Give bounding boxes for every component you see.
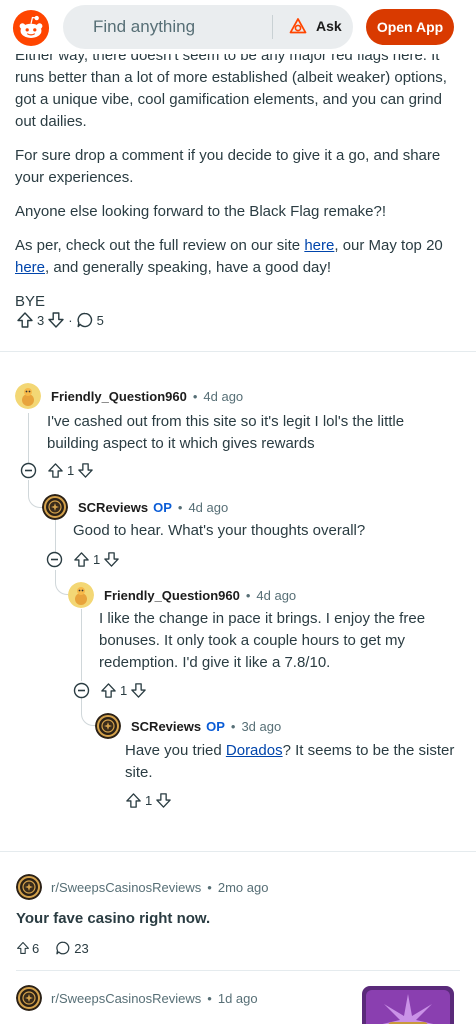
thread-line bbox=[81, 609, 82, 681]
avatar[interactable] bbox=[15, 383, 41, 409]
downvote-icon[interactable] bbox=[77, 462, 94, 479]
post-text: , our May top 20 bbox=[334, 237, 443, 254]
upvote-count: 6 bbox=[32, 940, 40, 956]
op-badge: OP bbox=[206, 718, 225, 734]
dorados-link[interactable]: Dorados bbox=[226, 742, 283, 759]
ask-button-label[interactable]: Ask bbox=[316, 18, 342, 34]
comment-author[interactable]: SCReviews bbox=[131, 719, 201, 734]
avatar[interactable] bbox=[42, 494, 68, 520]
upvote-icon[interactable] bbox=[100, 682, 117, 699]
vote-count: 1 bbox=[67, 463, 75, 478]
comment-text: I like the change in pace it brings. I e… bbox=[99, 610, 426, 671]
avatar[interactable] bbox=[68, 582, 94, 608]
comment-time: 3d ago bbox=[241, 718, 282, 734]
subreddit-name[interactable]: r/SweepsCasinosReviews bbox=[51, 880, 201, 895]
subreddit-icon[interactable] bbox=[16, 874, 42, 900]
post-paragraph: Either way, there doesn't seem to be any… bbox=[15, 47, 447, 130]
vote-count: 1 bbox=[120, 683, 128, 698]
meta-dot: • bbox=[230, 718, 236, 734]
post-body: Either way, there doesn't seem to be any… bbox=[15, 45, 465, 325]
upvote-icon[interactable] bbox=[73, 551, 90, 568]
search-divider bbox=[272, 15, 273, 39]
meta-dot: • bbox=[245, 587, 251, 603]
comment-text: Have you tried Dorados? It seems to be t… bbox=[125, 740, 461, 784]
vote-count: 1 bbox=[145, 793, 153, 808]
comment-time: 4d ago bbox=[203, 388, 244, 404]
comment-text-part: Have you tried bbox=[125, 742, 226, 759]
comment-author[interactable]: SCReviews bbox=[78, 500, 148, 515]
upvote-icon[interactable] bbox=[47, 462, 64, 479]
comment-time: 4d ago bbox=[188, 499, 229, 515]
top-bar: Find anything Ask Open App bbox=[0, 0, 476, 54]
comment-author[interactable]: Friendly_Question960 bbox=[51, 389, 187, 404]
review-link[interactable]: here bbox=[304, 237, 334, 254]
section-divider bbox=[0, 851, 476, 852]
post-time: 2mo ago bbox=[217, 879, 269, 895]
comment-count: 23 bbox=[74, 940, 89, 956]
comment-icon[interactable] bbox=[76, 311, 94, 329]
upvote-icon[interactable] bbox=[16, 941, 30, 955]
post-thumbnail[interactable] bbox=[362, 986, 454, 1024]
section-divider bbox=[0, 351, 476, 352]
downvote-icon[interactable] bbox=[155, 792, 172, 809]
comment-action-row: 1 bbox=[46, 551, 120, 568]
avatar[interactable] bbox=[95, 713, 121, 739]
top20-link[interactable]: here bbox=[15, 259, 45, 276]
search-placeholder[interactable]: Find anything bbox=[93, 17, 195, 37]
comment-header: Friendly_Question960 • 4d ago bbox=[68, 582, 296, 608]
post-time: 1d ago bbox=[217, 990, 258, 1006]
separator: · bbox=[68, 312, 73, 328]
feed-action-row: 6 23 bbox=[16, 940, 89, 956]
thread-connector bbox=[55, 570, 68, 595]
comment-action-row: 1 bbox=[125, 792, 172, 809]
comment-action-row: 1 bbox=[73, 682, 147, 699]
collapse-icon[interactable] bbox=[73, 682, 90, 699]
post-paragraph: BYE bbox=[15, 293, 46, 310]
feed-post-title[interactable]: Your fave casino right now. bbox=[16, 910, 210, 927]
post-paragraph: For sure drop a comment if you decide to… bbox=[15, 147, 441, 186]
post-text: As per, check out the full review on our… bbox=[15, 237, 305, 254]
thread-line bbox=[28, 413, 29, 463]
meta-dot: • bbox=[207, 879, 212, 895]
reddit-logo-icon[interactable] bbox=[12, 9, 50, 47]
comment-icon[interactable] bbox=[55, 940, 71, 956]
subreddit-icon[interactable] bbox=[16, 985, 42, 1011]
upvote-icon[interactable] bbox=[125, 792, 142, 809]
search-bar[interactable]: Find anything Ask bbox=[63, 5, 353, 49]
thread-connector bbox=[81, 697, 95, 726]
downvote-icon[interactable] bbox=[47, 311, 65, 329]
subreddit-name[interactable]: r/SweepsCasinosReviews bbox=[51, 991, 201, 1006]
post-text: , and generally speaking, have a good da… bbox=[45, 259, 332, 276]
downvote-icon[interactable] bbox=[130, 682, 147, 699]
meta-dot: • bbox=[192, 388, 198, 404]
post-paragraph: As per, check out the full review on our… bbox=[15, 235, 465, 279]
downvote-icon[interactable] bbox=[103, 551, 120, 568]
upvote-icon[interactable] bbox=[16, 311, 34, 329]
comment-header: Friendly_Question960 • 4d ago bbox=[15, 383, 243, 409]
meta-dot: • bbox=[207, 990, 212, 1006]
comment-text: Good to hear. What's your thoughts overa… bbox=[73, 522, 366, 539]
comment-time: 4d ago bbox=[256, 587, 297, 603]
section-divider bbox=[16, 970, 460, 971]
upvote-count: 3 bbox=[37, 312, 45, 328]
feed-item-header: r/SweepsCasinosReviews • 1d ago bbox=[16, 985, 258, 1011]
feed-item-header: r/SweepsCasinosReviews • 2mo ago bbox=[16, 874, 268, 900]
comment-count: 5 bbox=[96, 312, 104, 328]
meta-dot: • bbox=[177, 499, 183, 515]
collapse-icon[interactable] bbox=[46, 551, 63, 568]
ask-icon[interactable] bbox=[288, 17, 308, 37]
comment-author[interactable]: Friendly_Question960 bbox=[104, 588, 240, 603]
open-app-button[interactable]: Open App bbox=[366, 9, 454, 45]
collapse-icon[interactable] bbox=[20, 462, 37, 479]
comment-action-row: 1 bbox=[20, 462, 94, 479]
post-paragraph: Anyone else looking forward to the Black… bbox=[15, 203, 387, 220]
thread-connector bbox=[28, 480, 42, 508]
comment-text: I've cashed out from this site so it's l… bbox=[47, 413, 405, 452]
comment-header: SCReviews OP • 3d ago bbox=[95, 713, 281, 739]
thread-line bbox=[55, 520, 56, 554]
comment-header: SCReviews OP • 4d ago bbox=[42, 494, 228, 520]
vote-count: 1 bbox=[93, 552, 101, 567]
post-action-row: 3 · 5 bbox=[16, 311, 107, 329]
op-badge: OP bbox=[153, 499, 172, 515]
